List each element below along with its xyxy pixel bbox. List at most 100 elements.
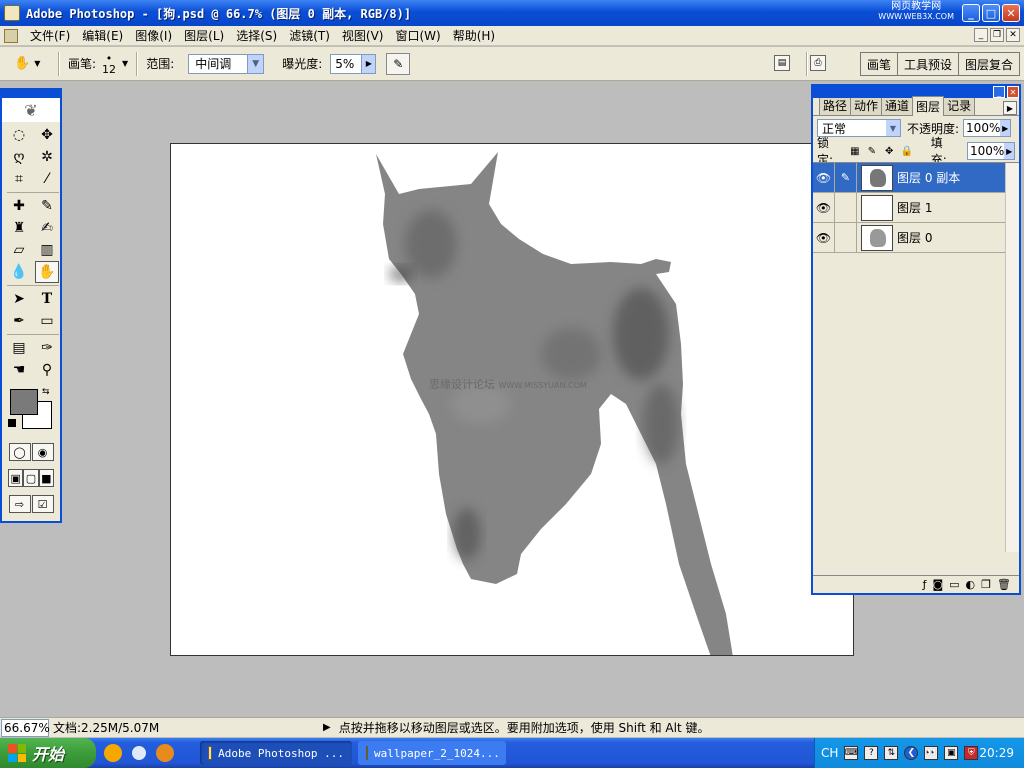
tab-channels[interactable]: 通道 (881, 95, 914, 115)
tool-preset-picker[interactable]: ✋ ▼ (14, 51, 50, 77)
brush-dropdown-icon[interactable]: ▼ (122, 59, 128, 68)
doc-restore-button[interactable]: ❐ (990, 28, 1004, 42)
doc-close-button[interactable]: ✕ (1006, 28, 1020, 42)
link-cell[interactable] (835, 192, 857, 223)
type-icon[interactable]: T (35, 288, 59, 310)
lock-all-icon[interactable]: 🔒 (901, 145, 913, 157)
lock-image-icon[interactable]: ✎ (866, 145, 877, 157)
hand-icon[interactable]: ☚ (7, 359, 31, 381)
lasso-icon[interactable]: ღ (7, 146, 31, 168)
eraser-icon[interactable]: ▱ (7, 239, 31, 261)
input-method-icon[interactable]: ⇅ (884, 746, 899, 760)
screen-mode-full-menu-button[interactable]: ▢ (23, 469, 39, 487)
trash-icon[interactable]: 🗑 (997, 578, 1011, 591)
menu-view[interactable]: 视图(V) (336, 27, 390, 44)
lock-position-icon[interactable]: ✥ (884, 145, 895, 157)
clone-stamp-icon[interactable]: ♜ (7, 217, 31, 239)
screen-mode-full-button[interactable]: ■ (38, 469, 54, 487)
minimize-button[interactable]: _ (962, 4, 980, 22)
zoom-field[interactable]: 66.67% (1, 718, 50, 737)
palette-minimize-button[interactable]: _ (993, 86, 1005, 98)
burn-icon[interactable]: ✋ (35, 261, 59, 283)
maximize-button[interactable]: □ (982, 4, 1000, 22)
document-menu-icon[interactable] (4, 28, 18, 43)
magic-wand-icon[interactable]: ✲ (35, 146, 59, 168)
menu-help[interactable]: 帮助(H) (447, 27, 501, 44)
swap-colors-icon[interactable]: ⇆ (42, 387, 50, 397)
new-group-icon[interactable]: ▭ (949, 578, 959, 591)
eyes-icon[interactable]: 👀 (924, 746, 939, 760)
language-indicator[interactable]: CH (821, 746, 838, 760)
status-menu-arrow-icon[interactable]: ▶ (323, 722, 331, 733)
close-button[interactable]: ✕ (1002, 4, 1020, 22)
gradient-icon[interactable]: ▥ (35, 239, 59, 261)
move-icon[interactable]: ✥ (35, 124, 59, 146)
foreground-color-swatch[interactable] (10, 389, 38, 415)
tab-history[interactable]: 记录 (943, 95, 976, 115)
default-colors-icon[interactable] (8, 419, 16, 427)
fill-field[interactable]: 100% ▶ (966, 142, 1015, 160)
well-tab-brushes[interactable]: 画笔 (860, 53, 898, 75)
range-select[interactable]: 中间调 ▼ (188, 53, 265, 74)
quicklaunch-app-icon[interactable] (156, 744, 174, 762)
layer-row[interactable]: 👁 图层 0 (813, 222, 1019, 253)
notes-icon[interactable]: ▤ (7, 337, 31, 359)
shape-icon[interactable]: ▭ (35, 310, 59, 332)
network-icon[interactable]: ▣ (944, 746, 959, 760)
menu-edit[interactable]: 编辑(E) (76, 27, 129, 44)
document-size-info[interactable]: 文档:2.25M/5.07M (53, 719, 273, 736)
task-photoshop[interactable]: Adobe Photoshop ... (200, 741, 352, 765)
feather-logo-icon[interactable]: ❦ (2, 98, 60, 122)
menu-select[interactable]: 选择(S) (230, 27, 283, 44)
photoshop-app-icon[interactable] (4, 5, 20, 21)
layer-row[interactable]: 👁 图层 1 (813, 192, 1019, 223)
security-shield-icon[interactable]: ⛨ (964, 746, 979, 760)
history-brush-icon[interactable]: ✍ (35, 217, 59, 239)
menu-layer[interactable]: 图层(L) (178, 27, 230, 44)
menu-image[interactable]: 图像(I) (129, 27, 178, 44)
marquee-icon[interactable]: ◌ (7, 124, 31, 146)
opacity-field[interactable]: 100% ▶ (963, 119, 1012, 137)
brush-link-icon[interactable]: ✎ (835, 162, 857, 193)
task-wallpaper[interactable]: wallpaper_2_1024... (358, 741, 506, 765)
well-tab-layer-comps[interactable]: 图层复合 (958, 53, 1019, 75)
lock-transparent-icon[interactable]: ▦ (849, 145, 860, 157)
path-selection-icon[interactable]: ➤ (7, 288, 31, 310)
new-layer-icon[interactable]: ❐ (981, 578, 991, 591)
healing-brush-icon[interactable]: ✚ (7, 195, 31, 217)
back-arrow-icon[interactable]: ❮ (904, 746, 919, 760)
layer-style-icon[interactable]: ƒ (923, 578, 927, 591)
palette-menu-icon[interactable]: ▶ (1003, 101, 1017, 115)
doc-minimize-button[interactable]: _ (974, 28, 988, 42)
keyboard-icon[interactable]: ⌨ (844, 746, 859, 760)
slice-icon[interactable]: ⁄ (35, 168, 59, 190)
start-button[interactable]: 开始 (0, 738, 96, 768)
exposure-field[interactable]: 5% ▶ (330, 53, 377, 74)
layers-scrollbar[interactable] (1005, 163, 1019, 552)
tab-layers[interactable]: 图层 (912, 96, 945, 116)
standard-mode-button[interactable]: ◯ (8, 443, 31, 461)
brush-picker[interactable]: • 12 (102, 53, 116, 75)
blur-icon[interactable]: 💧 (7, 261, 31, 283)
quicklaunch-ie-icon[interactable] (130, 744, 148, 762)
help-icon[interactable]: ? (864, 746, 879, 760)
menu-filter[interactable]: 滤镜(T) (283, 27, 336, 44)
menu-file[interactable]: 文件(F) (24, 27, 76, 44)
eye-icon[interactable]: 👁 (813, 222, 835, 253)
pen-icon[interactable]: ✒ (7, 310, 31, 332)
document-canvas[interactable]: 思缘设计论坛 WWW.MISSYUAN.COM (170, 143, 854, 656)
eye-icon[interactable]: 👁 (813, 162, 835, 193)
eyedropper-icon[interactable]: ✑ (35, 337, 59, 359)
jump-to-imageready-button[interactable]: ⇨ (8, 495, 31, 513)
well-tab-tool-presets[interactable]: 工具预设 (897, 53, 959, 75)
link-cell[interactable] (835, 222, 857, 253)
tab-paths[interactable]: 路径 (819, 95, 852, 115)
quicklaunch-media-icon[interactable] (104, 744, 122, 762)
eye-icon[interactable]: 👁 (813, 192, 835, 223)
toolbox-header[interactable] (2, 88, 60, 98)
adjustment-layer-icon[interactable]: ◐ (966, 578, 976, 591)
palette-close-button[interactable]: ✕ (1007, 86, 1019, 98)
file-browser-icon[interactable]: ▤ (774, 55, 790, 71)
airbrush-toggle[interactable]: ✎ (386, 52, 411, 75)
zoom-icon[interactable]: ⚲ (35, 359, 59, 381)
